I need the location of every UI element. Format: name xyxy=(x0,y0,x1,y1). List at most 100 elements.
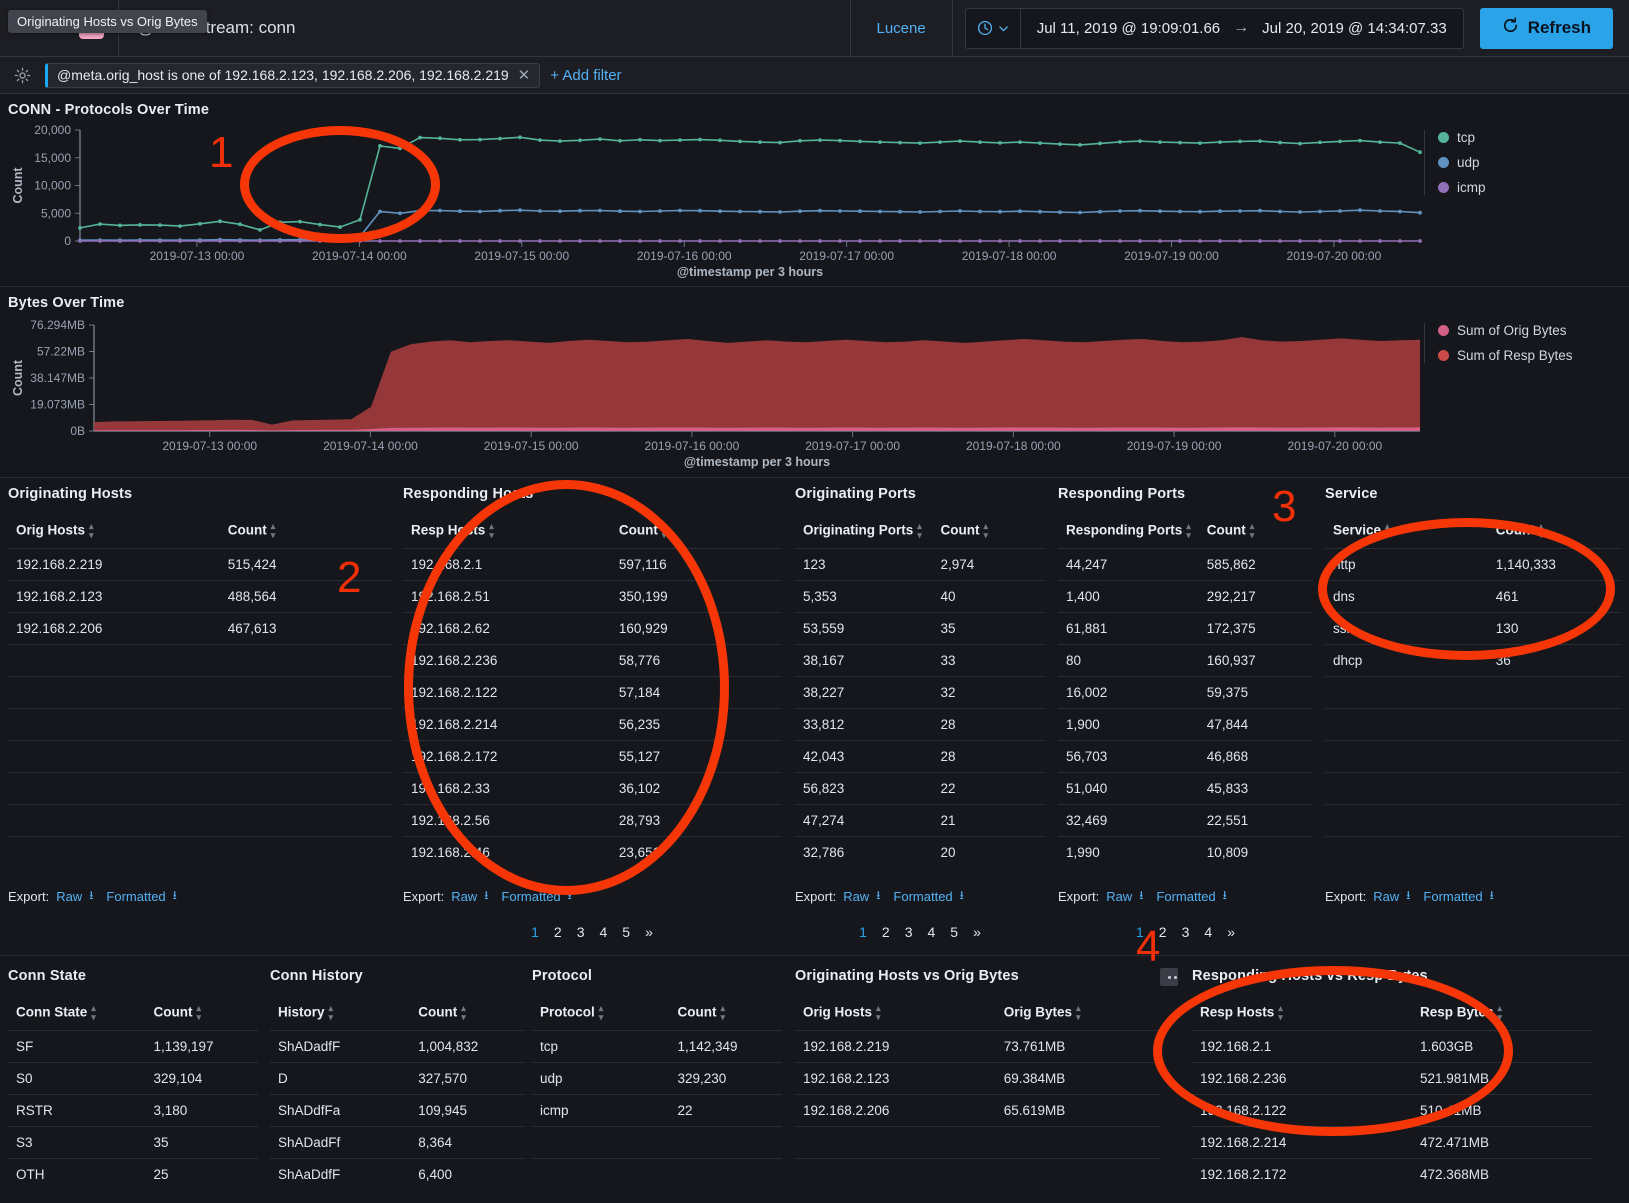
resp-hosts-vs-resp-bytes-table[interactable]: Resp Hosts ▴ ▾ Resp Bytes ▴ ▾ 192.168.2.1 1.603… xyxy=(1192,998,1592,1190)
table-row[interactable]: http 1,140,333 xyxy=(1325,548,1621,581)
page-link[interactable]: 5 xyxy=(622,924,630,940)
legend-item-udp[interactable]: udp xyxy=(1438,155,1486,170)
sort-icon[interactable]: ▴ ▾ xyxy=(196,1004,201,1022)
page-link[interactable]: 1 xyxy=(531,924,539,940)
sort-icon[interactable]: ▴ ▾ xyxy=(720,1004,725,1022)
table-row[interactable]: S3 35 xyxy=(8,1126,258,1159)
table-row[interactable]: 56,703 46,868 xyxy=(1058,740,1313,773)
sort-icon[interactable]: ▴ ▾ xyxy=(489,522,494,540)
export-raw-link[interactable]: Raw xyxy=(56,889,82,904)
table-row[interactable]: OTH 25 xyxy=(8,1158,258,1190)
column-header[interactable]: Responding Ports ▴ ▾ xyxy=(1058,516,1199,549)
table-row[interactable]: 53,559 35 xyxy=(795,612,1045,645)
column-header[interactable]: Count ▴ ▾ xyxy=(670,998,783,1031)
sort-icon[interactable]: ▴ ▾ xyxy=(917,522,922,540)
legend-item-sum-orig-bytes[interactable]: Sum of Orig Bytes xyxy=(1438,323,1573,338)
add-filter-button[interactable]: + Add filter xyxy=(550,67,621,84)
table-row[interactable]: 61,881 172,375 xyxy=(1058,612,1313,645)
query-input[interactable]: @meta.stream: conn xyxy=(119,18,849,38)
table-row[interactable]: 1,990 10,809 xyxy=(1058,836,1313,868)
table-row[interactable]: 192.168.2.172 472.368MB xyxy=(1192,1158,1592,1190)
table-row[interactable]: tcp 1,142,349 xyxy=(532,1030,782,1063)
table-row[interactable]: udp 329,230 xyxy=(532,1062,782,1095)
service-table[interactable]: Service ▴ ▾ Count ▴ ▾ http 1,140,333 dns 461 ssl 13… xyxy=(1325,516,1621,868)
table-row[interactable]: 192.168.2.214 56,235 xyxy=(403,708,781,741)
table-row[interactable]: dhcp 36 xyxy=(1325,644,1621,677)
table-row[interactable]: 56,823 22 xyxy=(795,772,1045,805)
table-row[interactable]: 192.168.2.51 350,199 xyxy=(403,580,781,613)
sort-icon[interactable]: ▴ ▾ xyxy=(271,522,276,540)
column-header[interactable]: Count ▴ ▾ xyxy=(1488,516,1621,549)
export-responding-ports[interactable]: Export: Raw ⭳ Formatted ⭳ xyxy=(1058,886,1313,907)
table-row[interactable]: 32,786 20 xyxy=(795,836,1045,868)
query-language-button[interactable]: Lucene xyxy=(849,0,953,57)
time-picker[interactable]: Jul 11, 2019 @ 19:09:01.66 → Jul 20, 201… xyxy=(964,7,1464,49)
export-raw-link[interactable]: Raw xyxy=(843,889,869,904)
page-link[interactable]: 2 xyxy=(882,924,890,940)
responding-ports-table[interactable]: Responding Ports ▴ ▾ Count ▴ ▾ 44,247 585,862 1,… xyxy=(1058,516,1313,868)
page-link[interactable]: 3 xyxy=(1182,924,1190,940)
close-icon[interactable]: ✕ xyxy=(518,66,531,84)
table-row[interactable]: ShAaDdfF 6,400 xyxy=(270,1158,525,1190)
page-link[interactable]: » xyxy=(645,924,653,940)
filter-pill[interactable]: @meta.orig_host is one of 192.168.2.123,… xyxy=(45,62,541,88)
sort-icon[interactable]: ▴ ▾ xyxy=(983,522,988,540)
column-header[interactable]: Orig Hosts ▴ ▾ xyxy=(8,516,220,549)
originating-ports-table[interactable]: Originating Ports ▴ ▾ Count ▴ ▾ 123 2,974 5,353 4… xyxy=(795,516,1045,868)
export-formatted-link[interactable]: Formatted xyxy=(1423,889,1482,904)
table-row[interactable]: 51,040 45,833 xyxy=(1058,772,1313,805)
export-raw-link[interactable]: Raw xyxy=(1373,889,1399,904)
column-header[interactable]: Orig Hosts ▴ ▾ xyxy=(795,998,996,1031)
table-row[interactable]: 192.168.2.219 515,424 xyxy=(8,548,393,581)
table-row[interactable]: 192.168.2.62 160,929 xyxy=(403,612,781,645)
table-row[interactable]: 192.168.2.214 472.471MB xyxy=(1192,1126,1592,1159)
page-link[interactable]: 4 xyxy=(928,924,936,940)
sort-icon[interactable]: ▴ ▾ xyxy=(876,1004,881,1022)
sort-icon[interactable]: ▴ ▾ xyxy=(1186,522,1191,540)
table-row[interactable]: 1,400 292,217 xyxy=(1058,580,1313,613)
table-row[interactable]: 47,274 21 xyxy=(795,804,1045,837)
table-row[interactable]: 192.168.2.123 488,564 xyxy=(8,580,393,613)
sort-icon[interactable]: ▴ ▾ xyxy=(91,1004,96,1022)
column-header[interactable]: Conn State ▴ ▾ xyxy=(8,998,146,1031)
export-service[interactable]: Export: Raw ⭳ Formatted ⭳ xyxy=(1325,886,1621,907)
column-header[interactable]: Service ▴ ▾ xyxy=(1325,516,1488,549)
legend-item-sum-resp-bytes[interactable]: Sum of Resp Bytes xyxy=(1438,348,1573,363)
column-header[interactable]: Count ▴ ▾ xyxy=(1199,516,1313,549)
page-link[interactable]: 1 xyxy=(1136,924,1144,940)
column-header[interactable]: Resp Hosts ▴ ▾ xyxy=(403,516,611,549)
time-picker-quick-menu[interactable] xyxy=(966,7,1021,49)
sort-icon[interactable]: ▴ ▾ xyxy=(1250,522,1255,540)
column-header[interactable]: Protocol ▴ ▾ xyxy=(532,998,670,1031)
table-row[interactable]: 192.168.2.206 467,613 xyxy=(8,612,393,645)
column-header[interactable]: Count ▴ ▾ xyxy=(611,516,781,549)
gear-icon[interactable] xyxy=(10,67,35,84)
table-row[interactable]: 192.168.2.56 28,793 xyxy=(403,804,781,837)
time-to[interactable]: Jul 20, 2019 @ 14:34:07.33 xyxy=(1262,20,1447,37)
column-header[interactable]: Count ▴ ▾ xyxy=(410,998,525,1031)
sort-icon[interactable]: ▴ ▾ xyxy=(329,1004,334,1022)
table-row[interactable]: 80 160,937 xyxy=(1058,644,1313,677)
protocol-table[interactable]: Protocol ▴ ▾ Count ▴ ▾ tcp 1,142,349 udp 329,230 i… xyxy=(532,998,782,1190)
table-row[interactable]: D 327,570 xyxy=(270,1062,525,1095)
table-row[interactable]: 123 2,974 xyxy=(795,548,1045,581)
table-row[interactable]: SF 1,139,197 xyxy=(8,1030,258,1063)
sort-icon[interactable]: ▴ ▾ xyxy=(1076,1004,1081,1022)
table-row[interactable]: 192.168.2.46 23,651 xyxy=(403,836,781,868)
column-header[interactable]: Resp Bytes ▴ ▾ xyxy=(1412,998,1592,1031)
table-row[interactable]: 192.168.2.219 73.761MB xyxy=(795,1030,1160,1063)
sort-icon[interactable]: ▴ ▾ xyxy=(1539,522,1544,540)
page-link[interactable]: 5 xyxy=(950,924,958,940)
column-header[interactable]: Resp Hosts ▴ ▾ xyxy=(1192,998,1412,1031)
table-row[interactable]: 192.168.2.122 510.41MB xyxy=(1192,1094,1592,1127)
export-formatted-link[interactable]: Formatted xyxy=(501,889,560,904)
page-link[interactable]: 2 xyxy=(1159,924,1167,940)
table-row[interactable]: ShADadfF 1,004,832 xyxy=(270,1030,525,1063)
time-from[interactable]: Jul 11, 2019 @ 19:09:01.66 xyxy=(1037,20,1220,37)
originating-hosts-table[interactable]: Orig Hosts ▴ ▾ Count ▴ ▾ 192.168.2.219 515,424 1… xyxy=(8,516,393,868)
page-link[interactable]: » xyxy=(1227,924,1235,940)
page-link[interactable]: 3 xyxy=(905,924,913,940)
table-row[interactable]: 192.168.2.172 55,127 xyxy=(403,740,781,773)
page-link[interactable]: » xyxy=(973,924,981,940)
column-header[interactable]: Count ▴ ▾ xyxy=(933,516,1046,549)
